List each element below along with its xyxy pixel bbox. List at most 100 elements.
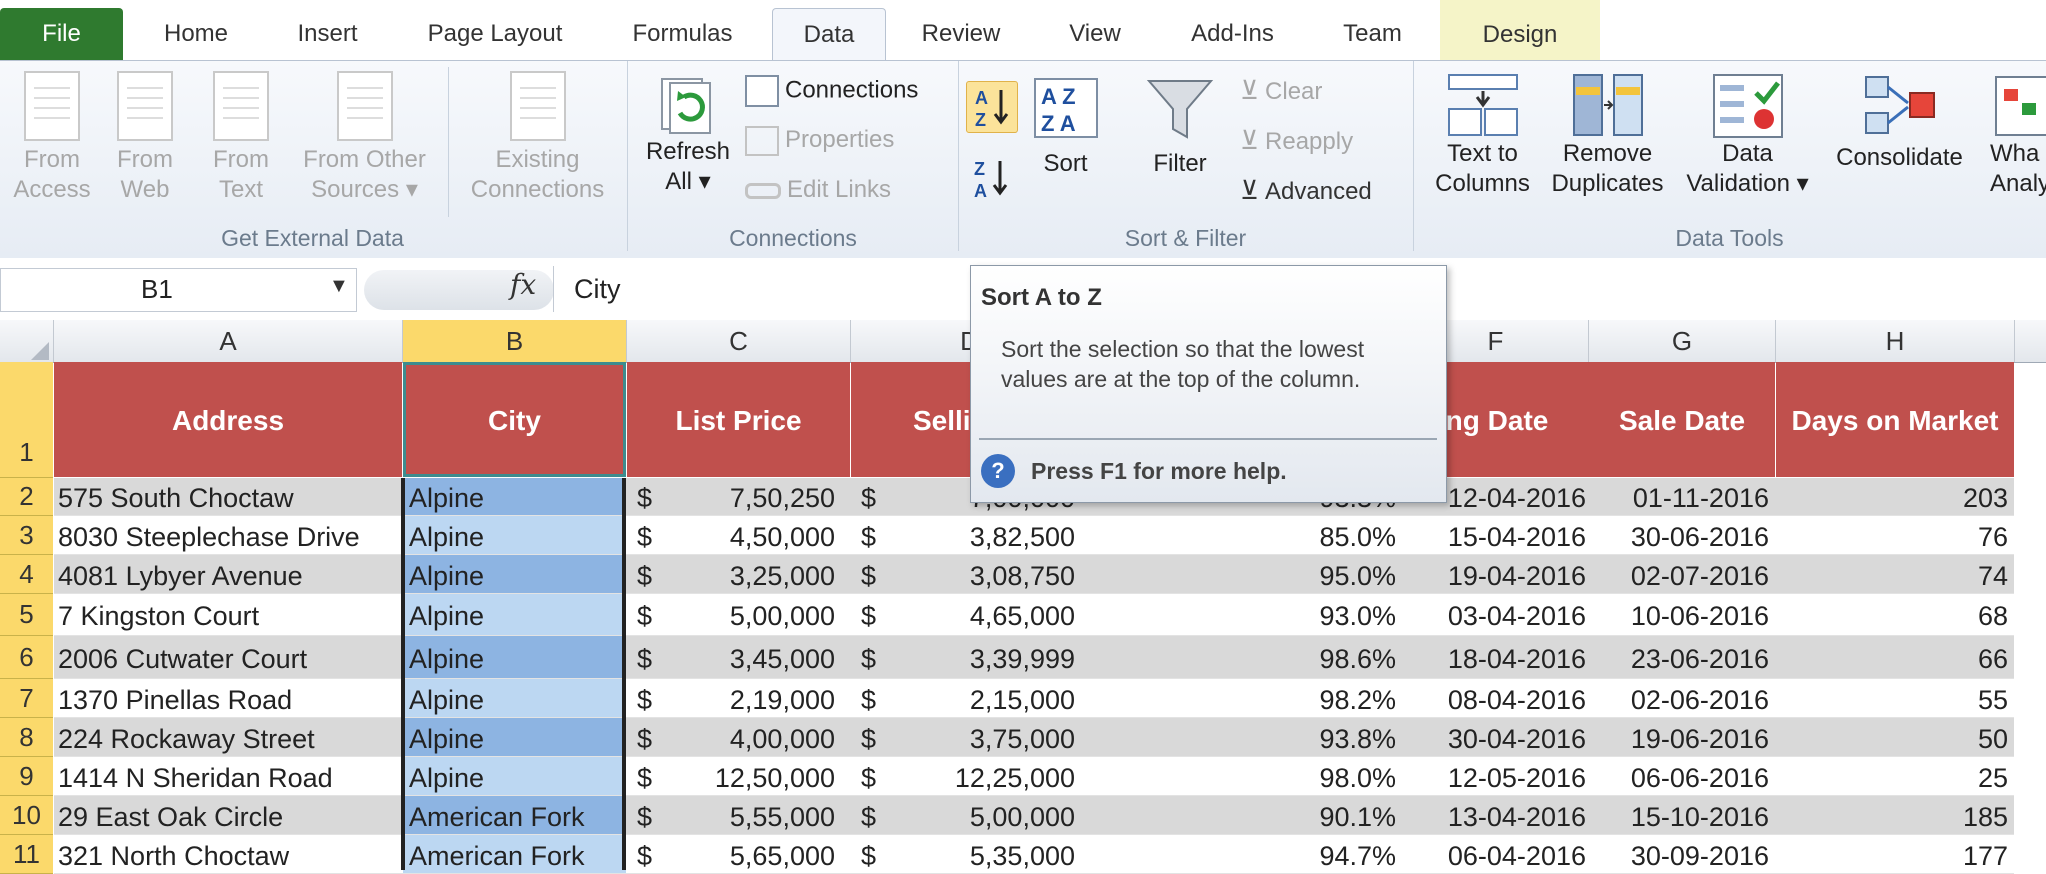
table-cell[interactable]: 3,45,000: [660, 636, 835, 678]
header-cell-city[interactable]: City: [403, 362, 626, 477]
table-cell[interactable]: 321 North Choctaw: [54, 835, 402, 873]
column-header-c[interactable]: C: [627, 320, 851, 362]
table-cell[interactable]: $: [627, 555, 657, 593]
table-cell[interactable]: 12,25,000: [880, 757, 1075, 795]
tab-data[interactable]: Data: [772, 8, 886, 61]
tab-home[interactable]: Home: [140, 8, 252, 60]
table-cell[interactable]: $: [627, 757, 657, 795]
table-cell[interactable]: 5,35,000: [880, 835, 1075, 873]
table-cell[interactable]: 5,65,000: [660, 835, 835, 873]
table-cell[interactable]: 98.2%: [1089, 679, 1396, 717]
table-cell[interactable]: 55: [1776, 679, 2008, 717]
column-header-a[interactable]: A: [54, 320, 403, 362]
tab-add-ins[interactable]: Add-Ins: [1170, 8, 1295, 60]
row-header[interactable]: 2: [0, 478, 53, 516]
name-box[interactable]: B1 ▼: [0, 268, 357, 312]
from-access-button[interactable]: From Access: [8, 71, 96, 205]
table-cell[interactable]: $: [627, 478, 657, 515]
connections-button[interactable]: Connections: [745, 75, 918, 107]
table-cell[interactable]: 98.0%: [1089, 757, 1396, 795]
reapply-button[interactable]: ⊻ Reapply: [1240, 125, 1353, 157]
row-header[interactable]: 8: [0, 718, 53, 757]
table-cell[interactable]: 12,50,000: [660, 757, 835, 795]
what-if-analysis-button[interactable]: Wha Analy: [1990, 73, 2046, 199]
table-cell[interactable]: 4,50,000: [660, 516, 835, 554]
table-cell[interactable]: $: [851, 718, 881, 756]
city-cell[interactable]: American Fork: [403, 796, 626, 834]
table-cell[interactable]: 1370 Pinellas Road: [54, 679, 402, 717]
table-cell[interactable]: 5,00,000: [880, 796, 1075, 834]
table-cell[interactable]: 203: [1776, 478, 2008, 515]
table-cell[interactable]: 93.8%: [1089, 718, 1396, 756]
table-cell[interactable]: $: [851, 636, 881, 678]
city-cell[interactable]: Alpine: [403, 516, 626, 554]
tab-design[interactable]: Design: [1440, 0, 1600, 60]
table-cell[interactable]: 4081 Lybyer Avenue: [54, 555, 402, 593]
consolidate-button[interactable]: Consolidate: [1822, 73, 1977, 173]
row-header[interactable]: 6: [0, 636, 53, 679]
table-cell[interactable]: 10-06-2016: [1589, 594, 1769, 635]
table-cell[interactable]: 30-04-2016: [1403, 718, 1586, 756]
existing-connections-button[interactable]: Existing Connections: [455, 71, 620, 205]
table-cell[interactable]: 30-09-2016: [1589, 835, 1769, 873]
filter-button[interactable]: Filter: [1140, 77, 1220, 179]
city-cell[interactable]: Alpine: [403, 679, 626, 717]
sort-a-to-z-button[interactable]: A Z: [966, 81, 1018, 133]
table-cell[interactable]: 3,82,500: [880, 516, 1075, 554]
row-header[interactable]: 9: [0, 757, 53, 796]
row-header[interactable]: 3: [0, 516, 53, 555]
table-cell[interactable]: 4,65,000: [880, 594, 1075, 635]
table-cell[interactable]: 98.6%: [1089, 636, 1396, 678]
table-cell[interactable]: 50: [1776, 718, 2008, 756]
table-cell[interactable]: 76: [1776, 516, 2008, 554]
column-header-g[interactable]: G: [1589, 320, 1776, 362]
row-header[interactable]: 5: [0, 594, 53, 636]
insert-function-icon[interactable]: fx: [510, 268, 536, 301]
table-cell[interactable]: 3,08,750: [880, 555, 1075, 593]
table-cell[interactable]: 1414 N Sheridan Road: [54, 757, 402, 795]
table-cell[interactable]: 3,25,000: [660, 555, 835, 593]
table-cell[interactable]: $: [851, 555, 881, 593]
tab-review[interactable]: Review: [905, 8, 1017, 60]
table-cell[interactable]: 02-06-2016: [1589, 679, 1769, 717]
from-text-button[interactable]: From Text: [196, 71, 286, 205]
table-cell[interactable]: 23-06-2016: [1589, 636, 1769, 678]
table-cell[interactable]: $: [851, 757, 881, 795]
city-cell[interactable]: American Fork: [403, 835, 626, 873]
table-cell[interactable]: 18-04-2016: [1403, 636, 1586, 678]
table-cell[interactable]: $: [851, 835, 881, 873]
sort-z-to-a-button[interactable]: Z A: [966, 153, 1016, 203]
table-cell[interactable]: 5,00,000: [660, 594, 835, 635]
table-cell[interactable]: $: [627, 835, 657, 873]
table-cell[interactable]: $: [851, 516, 881, 554]
header-cell-sale-date[interactable]: Sale Date: [1589, 362, 1775, 477]
sort-button[interactable]: A Z Z A Sort: [1028, 77, 1103, 179]
row-header[interactable]: 4: [0, 555, 53, 594]
table-cell[interactable]: 224 Rockaway Street: [54, 718, 402, 756]
column-header-h[interactable]: H: [1776, 320, 2015, 362]
table-cell[interactable]: 15-04-2016: [1403, 516, 1586, 554]
row-header[interactable]: 11: [0, 835, 53, 874]
table-cell[interactable]: 2,15,000: [880, 679, 1075, 717]
row-header[interactable]: 1: [0, 362, 53, 478]
header-cell-days-on-market[interactable]: Days on Market: [1776, 362, 2014, 477]
row-header[interactable]: 10: [0, 796, 53, 835]
table-cell[interactable]: 30-06-2016: [1589, 516, 1769, 554]
table-cell[interactable]: 15-10-2016: [1589, 796, 1769, 834]
table-cell[interactable]: $: [627, 796, 657, 834]
table-cell[interactable]: 3,75,000: [880, 718, 1075, 756]
city-cell[interactable]: Alpine: [403, 478, 626, 515]
tab-file[interactable]: File: [0, 8, 123, 60]
table-cell[interactable]: 06-04-2016: [1403, 835, 1586, 873]
edit-links-button[interactable]: Edit Links: [745, 175, 891, 205]
header-cell-list-price[interactable]: List Price: [627, 362, 850, 477]
table-cell[interactable]: 25: [1776, 757, 2008, 795]
table-cell[interactable]: 06-06-2016: [1589, 757, 1769, 795]
from-other-sources-button[interactable]: From Other Sources ▾: [292, 71, 437, 205]
city-cell[interactable]: Alpine: [403, 594, 626, 635]
table-cell[interactable]: 3,39,999: [880, 636, 1075, 678]
tab-team[interactable]: Team: [1315, 8, 1430, 60]
table-cell[interactable]: 4,00,000: [660, 718, 835, 756]
table-cell[interactable]: 08-04-2016: [1403, 679, 1586, 717]
tab-formulas[interactable]: Formulas: [610, 8, 755, 60]
